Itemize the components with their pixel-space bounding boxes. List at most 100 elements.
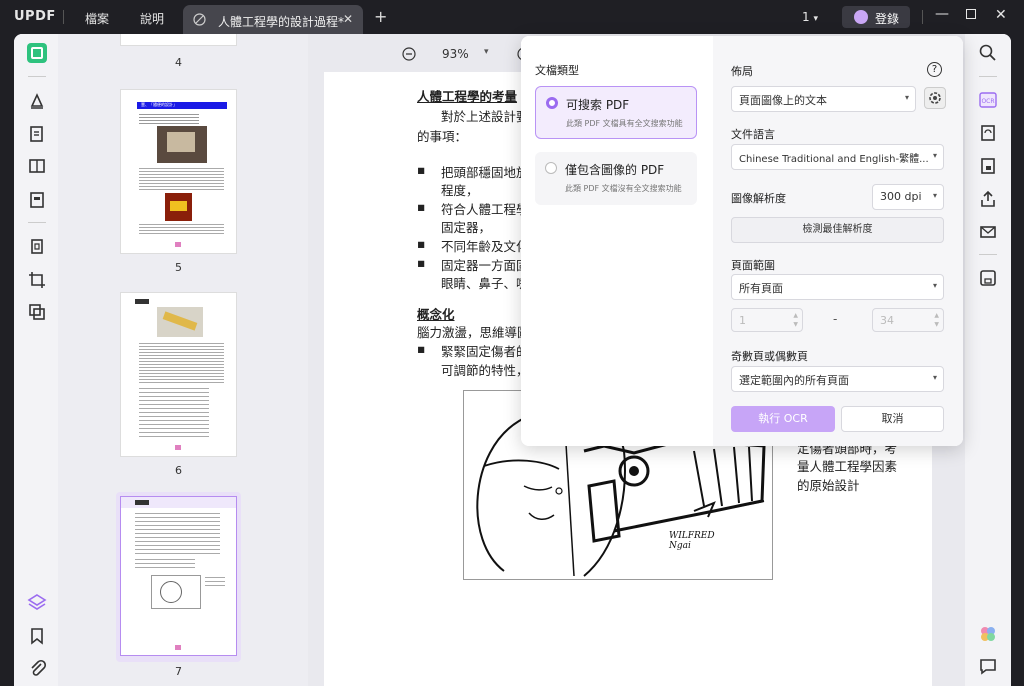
- thumbnail-page-4[interactable]: [120, 34, 237, 46]
- thumb-photo: [157, 307, 203, 337]
- detect-resolution-button[interactable]: 檢測最佳解析度: [731, 217, 944, 243]
- new-tab-button[interactable]: +: [374, 7, 387, 26]
- layers-icon[interactable]: [27, 592, 47, 612]
- crop-icon[interactable]: [27, 270, 47, 290]
- thumb-logo: [135, 299, 149, 304]
- divider: [922, 10, 923, 24]
- edit-pdf-icon[interactable]: [27, 124, 47, 144]
- zoom-level[interactable]: 93%: [442, 47, 469, 61]
- close-tab-icon[interactable]: ✕: [343, 12, 353, 26]
- language-select[interactable]: Chinese Traditional and English-繁體... ▾: [731, 144, 944, 170]
- minimize-icon[interactable]: —: [935, 6, 949, 22]
- thumb-text: [139, 168, 224, 192]
- ocr-icon[interactable]: OCR: [978, 90, 998, 110]
- ai-assistant-icon[interactable]: [978, 624, 998, 644]
- close-window-icon[interactable]: ✕: [995, 7, 1007, 23]
- mail-icon[interactable]: [978, 222, 998, 242]
- thumb-header: [121, 497, 236, 508]
- doc-type-label: 文檔類型: [535, 64, 579, 77]
- thumb-text: [139, 114, 199, 124]
- highlighter-icon[interactable]: [27, 91, 47, 111]
- protect-icon[interactable]: [978, 156, 998, 176]
- divider: [979, 254, 997, 255]
- doc-line: 腦力激盪，思維導圖: [417, 325, 530, 340]
- reader-mode-icon[interactable]: [27, 156, 47, 176]
- maximize-icon[interactable]: [966, 9, 976, 19]
- search-icon[interactable]: [978, 43, 998, 63]
- doc-line: 固定器一方面固: [441, 258, 529, 273]
- thumb-text: [135, 559, 195, 571]
- bookmark-icon[interactable]: [27, 626, 47, 646]
- doc-bullet-mark: ▪: [417, 162, 426, 177]
- login-button[interactable]: 登錄: [842, 6, 910, 28]
- avatar-icon: [854, 10, 868, 24]
- attachment-icon[interactable]: [27, 658, 47, 678]
- thumbnail-page-7[interactable]: [120, 496, 237, 656]
- cancel-button[interactable]: 取消: [841, 406, 944, 432]
- doc-line: 對於上述設計要: [441, 109, 529, 124]
- radio-selected[interactable]: [546, 97, 558, 109]
- doc-bullet-mark: ▪: [417, 255, 426, 270]
- zoom-dropdown-icon[interactable]: ▾: [484, 47, 489, 57]
- thumb-photo: [165, 193, 192, 221]
- doc-bullet-mark: ▪: [417, 341, 426, 356]
- thumbnail-page-6[interactable]: [120, 292, 237, 457]
- reader-icon[interactable]: [27, 43, 47, 63]
- option-searchable-pdf[interactable]: 可搜索 PDF 此類 PDF 文檔具有全文搜索功能: [535, 86, 697, 139]
- tab-title: 人體工程學的設計過程*: [218, 15, 345, 29]
- page-range-select[interactable]: 所有頁面 ▾: [731, 274, 944, 300]
- save-icon[interactable]: [978, 268, 998, 288]
- doc-line: 不同年齡及文化: [441, 239, 529, 254]
- thumbnail-page-5[interactable]: 壹、「隨便的設計」: [120, 89, 237, 254]
- help-icon[interactable]: ?: [927, 62, 942, 77]
- thumb-text: [139, 388, 209, 438]
- doc-line: 可調節的特性，: [441, 363, 529, 378]
- doc-bullet-mark: ▪: [417, 236, 426, 251]
- share-icon[interactable]: [978, 189, 998, 209]
- layout-label: 佈局: [731, 65, 753, 78]
- thumb-title-bar: 壹、「隨便的設計」: [137, 102, 227, 109]
- doc-heading: 概念化: [417, 307, 455, 322]
- range-to-input[interactable]: 34 ▲ ▼: [872, 308, 944, 332]
- range-separator: -: [833, 312, 838, 326]
- chevron-down-icon: ▾: [813, 14, 818, 24]
- odd-even-select[interactable]: 選定範圍內的所有頁面 ▾: [731, 366, 944, 392]
- resolution-select[interactable]: 300 dpi ▾: [872, 184, 944, 210]
- comment-icon[interactable]: [978, 656, 998, 676]
- thumb-text: [139, 343, 224, 383]
- doc-heading: 人體工程學的考量: [417, 89, 518, 104]
- layout-settings-icon[interactable]: [924, 87, 946, 109]
- thumb-text: [205, 577, 225, 589]
- divider: [979, 76, 997, 77]
- range-from-input[interactable]: 1 ▲ ▼: [731, 308, 803, 332]
- menu-help[interactable]: 說明: [140, 10, 164, 27]
- convert-icon[interactable]: [978, 123, 998, 143]
- tools-icon[interactable]: [27, 302, 47, 322]
- title-bar: UPDF 檔案 說明 人體工程學的設計過程* ✕ + 1 ▾ 登錄 — ✕: [0, 0, 1024, 34]
- thumbnail-label: 6: [175, 464, 182, 477]
- menu-file[interactable]: 檔案: [85, 10, 109, 27]
- thumb-photo: [157, 126, 207, 163]
- layout-select[interactable]: 頁面圖像上的文本 ▾: [731, 86, 916, 112]
- doc-type-panel: 文檔類型 可搜索 PDF 此類 PDF 文檔具有全文搜索功能 僅包含圖像的 PD…: [521, 36, 713, 446]
- right-toolbar: OCR: [965, 34, 1011, 686]
- sketch-signature: WILFRED Ngai: [669, 531, 715, 551]
- option-desc: 此類 PDF 文檔具有全文搜索功能: [566, 119, 683, 128]
- ocr-settings-panel: 佈局 ? 頁面圖像上的文本 ▾ 文件語言 Chinese Traditional …: [713, 36, 963, 446]
- zoom-out-icon[interactable]: [402, 47, 416, 61]
- divider: [63, 10, 64, 24]
- page-indicator[interactable]: 1 ▾: [802, 10, 818, 24]
- doc-line: 眼睛、鼻子、嘴: [441, 276, 529, 291]
- left-toolbar: [14, 34, 58, 686]
- doc-line: 緊緊固定傷者的: [441, 344, 529, 359]
- doc-line: 符合人體工程學: [441, 202, 529, 217]
- thumbnail-label: 7: [175, 665, 182, 678]
- option-image-only-pdf[interactable]: 僅包含圖像的 PDF 此類 PDF 文檔沒有全文搜索功能: [535, 152, 697, 205]
- run-ocr-button[interactable]: 執行 OCR: [731, 406, 835, 432]
- tab-document[interactable]: 人體工程學的設計過程* ✕: [183, 5, 363, 34]
- organize-pages-icon[interactable]: [27, 237, 47, 257]
- form-icon[interactable]: [27, 190, 47, 210]
- option-title: 可搜索 PDF: [566, 98, 630, 112]
- radio-unselected[interactable]: [545, 162, 557, 174]
- doc-bullet-mark: ▪: [417, 199, 426, 214]
